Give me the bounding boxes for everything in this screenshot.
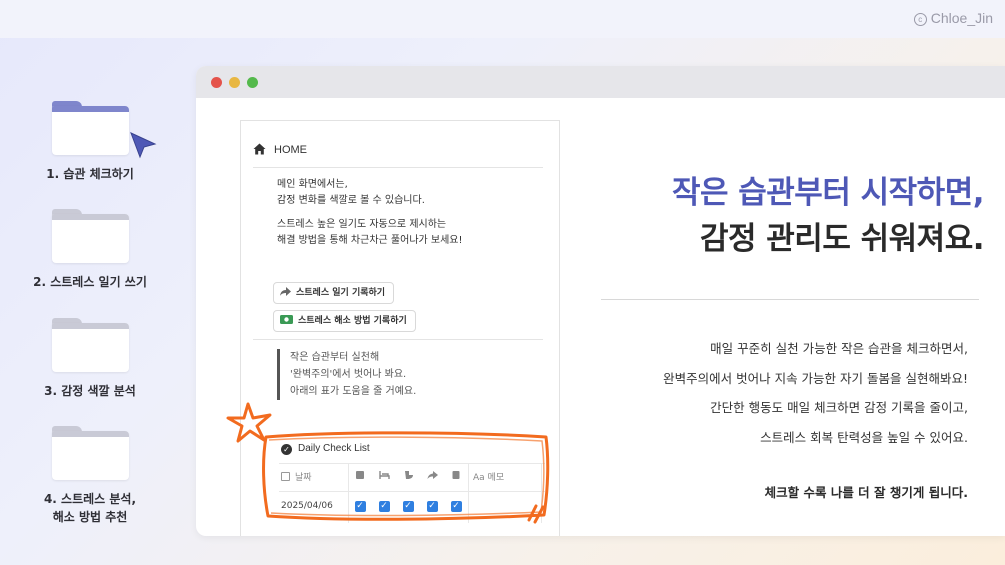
habit-checkbox[interactable]: ✓ bbox=[397, 495, 419, 517]
header-memo: Aa 메모 bbox=[473, 467, 533, 489]
quote-line: '완벽주의'에서 벗어나 봐요. bbox=[290, 369, 407, 380]
walk-arrow-icon bbox=[427, 471, 438, 479]
intro-line: 메인 화면에서는, bbox=[277, 179, 348, 190]
header-habit-icon bbox=[397, 467, 419, 489]
intro-line: 감정 변화를 색깔로 볼 수 있습니다. bbox=[277, 195, 425, 206]
mouse-cursor-icon bbox=[130, 132, 157, 159]
folder-emotion-color[interactable]: 3. 감정 색깔 분석 bbox=[30, 318, 150, 400]
notion-page-preview: HOME 메인 화면에서는, 감정 변화를 색깔로 볼 수 있습니다. 스트레스… bbox=[240, 120, 560, 536]
close-window-button[interactable] bbox=[211, 77, 222, 88]
habit-checkbox[interactable]: ✓ bbox=[421, 495, 443, 517]
body-text: 매일 꾸준히 실천 가능한 작은 습관을 체크하면서, 완벽주의에서 벗어나 지… bbox=[663, 334, 968, 452]
browser-window: HOME 메인 화면에서는, 감정 변화를 색깔로 볼 수 있습니다. 스트레스… bbox=[196, 66, 1005, 536]
body-line: 간단한 행동도 매일 체크하면 감정 기록을 줄이고, bbox=[710, 400, 968, 415]
header-date: 날짜 bbox=[279, 467, 345, 489]
quote-line: 작은 습관부터 실천해 bbox=[290, 352, 380, 363]
home-breadcrumb[interactable]: HOME bbox=[253, 143, 307, 156]
money-icon bbox=[280, 312, 293, 332]
checkbox-checked-icon: ✓ bbox=[402, 501, 414, 512]
check-circle-icon: ✓ bbox=[281, 444, 292, 455]
folder-label: 4. 스트레스 분석, 해소 방법 추천 bbox=[30, 490, 150, 526]
folder-stress-diary[interactable]: 2. 스트레스 일기 쓰기 bbox=[30, 209, 150, 291]
folder-icon bbox=[51, 209, 129, 263]
folder-stress-analysis[interactable]: 4. 스트레스 분석, 해소 방법 추천 bbox=[30, 426, 150, 526]
folder-label: 2. 스트레스 일기 쓰기 bbox=[33, 275, 147, 289]
meditation-icon bbox=[356, 471, 364, 479]
folder-icon bbox=[51, 101, 129, 155]
checkbox-checked-icon: ✓ bbox=[354, 501, 366, 512]
body-line: 스트레스 회복 탄력성을 높일 수 있어요. bbox=[760, 429, 968, 445]
habit-checkbox[interactable]: ✓ bbox=[445, 495, 467, 517]
checkbox-checked-icon: ✓ bbox=[450, 501, 462, 512]
checklist-title: ✓ Daily Check List bbox=[281, 443, 370, 455]
table-border bbox=[348, 463, 349, 523]
bed-icon bbox=[378, 471, 390, 479]
minimize-window-button[interactable] bbox=[229, 77, 240, 88]
copyright-icon: c bbox=[913, 13, 927, 26]
headline-line1: 작은 습관부터 시작하면, bbox=[671, 175, 985, 211]
habit-checkbox[interactable]: ✓ bbox=[373, 495, 395, 517]
share-arrow-icon bbox=[280, 284, 291, 304]
top-band bbox=[0, 0, 1005, 38]
checklist-title-text: Daily Check List bbox=[298, 443, 370, 454]
folder-icon bbox=[51, 426, 129, 480]
table-border bbox=[279, 491, 545, 492]
intro-text-2: 스트레스 높은 일기도 자동으로 제시하는 해결 방법을 통해 차근차근 풀어나… bbox=[277, 217, 463, 249]
body-line: 완벽주의에서 벗어나 지속 가능한 자기 돌봄을 실현해봐요! bbox=[663, 370, 968, 386]
section-divider bbox=[601, 299, 979, 300]
divider bbox=[253, 167, 543, 168]
maximize-window-button[interactable] bbox=[247, 77, 258, 88]
header-habit-icon bbox=[373, 467, 395, 489]
table-border bbox=[279, 463, 545, 464]
intro-line: 해결 방법을 통해 차근차근 풀어나가 보세요! bbox=[277, 235, 463, 246]
folder-label: 3. 감정 색깔 분석 bbox=[44, 384, 136, 398]
headline: 작은 습관부터 시작하면, 감정 관리도 쉬워져요. bbox=[671, 170, 985, 262]
book-icon bbox=[452, 471, 460, 479]
button-label: 스트레스 일기 기록하기 bbox=[296, 288, 386, 298]
folder-label: 1. 습관 체크하기 bbox=[46, 167, 134, 181]
quote-line: 아래의 표가 도움을 줄 거예요. bbox=[290, 386, 417, 397]
body-line: 매일 꾸준히 실천 가능한 작은 습관을 체크하면서, bbox=[710, 341, 968, 356]
header-habit-icon bbox=[421, 467, 443, 489]
copyright: c Chloe_Jin bbox=[913, 10, 993, 26]
folder-label-line1: 4. 스트레스 분석, bbox=[43, 492, 137, 506]
stress-diary-button[interactable]: 스트레스 일기 기록하기 bbox=[273, 282, 395, 304]
row-date: 2025/04/06 bbox=[281, 501, 333, 511]
intro-text: 메인 화면에서는, 감정 변화를 색깔로 볼 수 있습니다. bbox=[277, 177, 425, 209]
quote-block: 작은 습관부터 실천해 '완벽주의'에서 벗어나 봐요. 아래의 표가 도움을 … bbox=[277, 349, 416, 400]
divider bbox=[253, 339, 543, 340]
title-bar bbox=[196, 66, 1005, 98]
intro-line: 스트레스 높은 일기도 자동으로 제시하는 bbox=[277, 219, 447, 230]
header-date-label: 날짜 bbox=[295, 473, 312, 483]
closing-text: 체크할 수록 나를 더 잘 챙기게 됩니다. bbox=[764, 485, 968, 500]
table-border bbox=[541, 463, 542, 523]
home-icon bbox=[253, 143, 266, 155]
table-border bbox=[468, 463, 469, 523]
button-label: 스트레스 해소 방법 기록하기 bbox=[298, 316, 407, 326]
header-habit-icon bbox=[349, 467, 371, 489]
text-type-icon: Aa bbox=[473, 473, 485, 483]
headline-line2: 감정 관리도 쉬워져요. bbox=[699, 221, 985, 257]
stress-relief-button[interactable]: 스트레스 해소 방법 기록하기 bbox=[273, 310, 416, 332]
author-name: Chloe_Jin bbox=[930, 10, 993, 26]
header-habit-icon bbox=[445, 467, 467, 489]
folder-icon bbox=[51, 318, 129, 372]
habit-checkbox[interactable]: ✓ bbox=[349, 495, 371, 517]
checkbox-checked-icon: ✓ bbox=[378, 501, 390, 512]
header-memo-label: 메모 bbox=[487, 473, 505, 483]
calendar-icon bbox=[281, 472, 290, 481]
toilet-icon bbox=[404, 471, 413, 479]
folder-label-line2: 해소 방법 추천 bbox=[52, 510, 128, 524]
checkbox-checked-icon: ✓ bbox=[426, 501, 438, 512]
home-label: HOME bbox=[274, 144, 307, 156]
